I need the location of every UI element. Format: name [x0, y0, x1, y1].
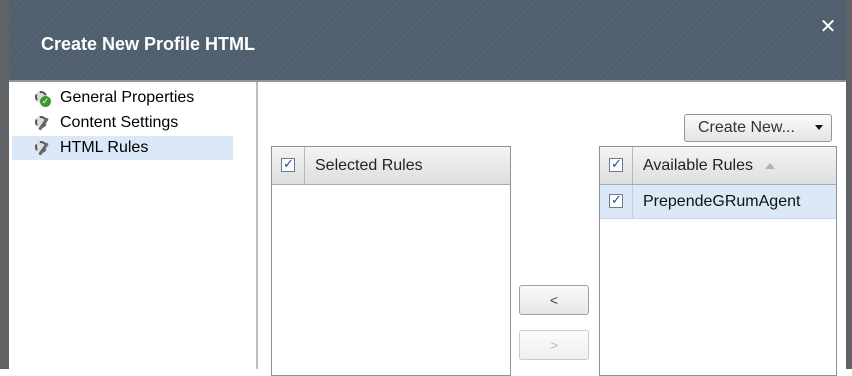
checkmark-icon: ✓ — [611, 156, 622, 171]
nav-item-general-properties[interactable]: ✓ General Properties — [12, 86, 233, 110]
create-new-label: Create New... — [698, 119, 795, 136]
select-all-cell: ✓ — [272, 147, 305, 184]
dialog-left-border — [0, 0, 9, 369]
table-row[interactable]: ✓ PrependeGRumAgent — [600, 185, 836, 219]
available-rules-grid: ✓ Available Rules ✓ PrependeGRumAgent — [599, 146, 837, 376]
rule-name: PrependeGRumAgent — [643, 193, 801, 210]
select-all-selected-checkbox[interactable]: ✓ — [281, 156, 295, 172]
available-rules-header-text: Available Rules — [643, 157, 753, 174]
create-profile-dialog: Create New Profile HTML ✕ ✓ General Prop… — [0, 0, 852, 376]
dialog-title-bar: Create New Profile HTML ✕ — [0, 0, 852, 80]
create-new-dropdown[interactable]: Create New... — [684, 114, 832, 142]
selected-rules-grid: ✓ Selected Rules — [271, 146, 511, 376]
nav-item-label: General Properties — [60, 89, 195, 106]
move-left-button[interactable]: < — [519, 285, 589, 315]
selected-rules-header-label: Selected Rules — [315, 157, 423, 174]
settings-nav-panel: ✓ General Properties Content Settings HT… — [9, 82, 258, 369]
nav-item-label: Content Settings — [60, 114, 179, 131]
checkmark-icon: ✓ — [283, 156, 294, 171]
close-icon[interactable]: ✕ — [815, 14, 841, 40]
nav-item-label: HTML Rules — [60, 139, 149, 156]
select-all-available-checkbox[interactable]: ✓ — [609, 156, 623, 172]
dialog-right-border — [846, 0, 852, 369]
row-checkbox[interactable]: ✓ — [609, 192, 623, 208]
dialog-title: Create New Profile HTML — [41, 34, 256, 54]
gear-icon — [32, 139, 54, 157]
selected-rules-header: ✓ Selected Rules — [272, 147, 510, 185]
gear-check-icon: ✓ — [32, 89, 54, 107]
checkmark-icon: ✓ — [611, 192, 622, 207]
nav-item-content-settings[interactable]: Content Settings — [12, 111, 233, 135]
nav-item-html-rules[interactable]: HTML Rules — [12, 136, 233, 160]
available-rules-header-label: Available Rules — [643, 157, 775, 175]
selected-rules-list[interactable] — [272, 185, 510, 375]
gear-icon — [32, 114, 54, 132]
move-right-button[interactable]: > — [519, 330, 589, 360]
select-all-cell: ✓ — [600, 147, 633, 184]
available-rules-header[interactable]: ✓ Available Rules — [600, 147, 836, 185]
sort-ascending-icon[interactable] — [765, 162, 775, 169]
chevron-down-icon — [815, 125, 823, 130]
row-checkbox-cell: ✓ — [600, 185, 633, 218]
